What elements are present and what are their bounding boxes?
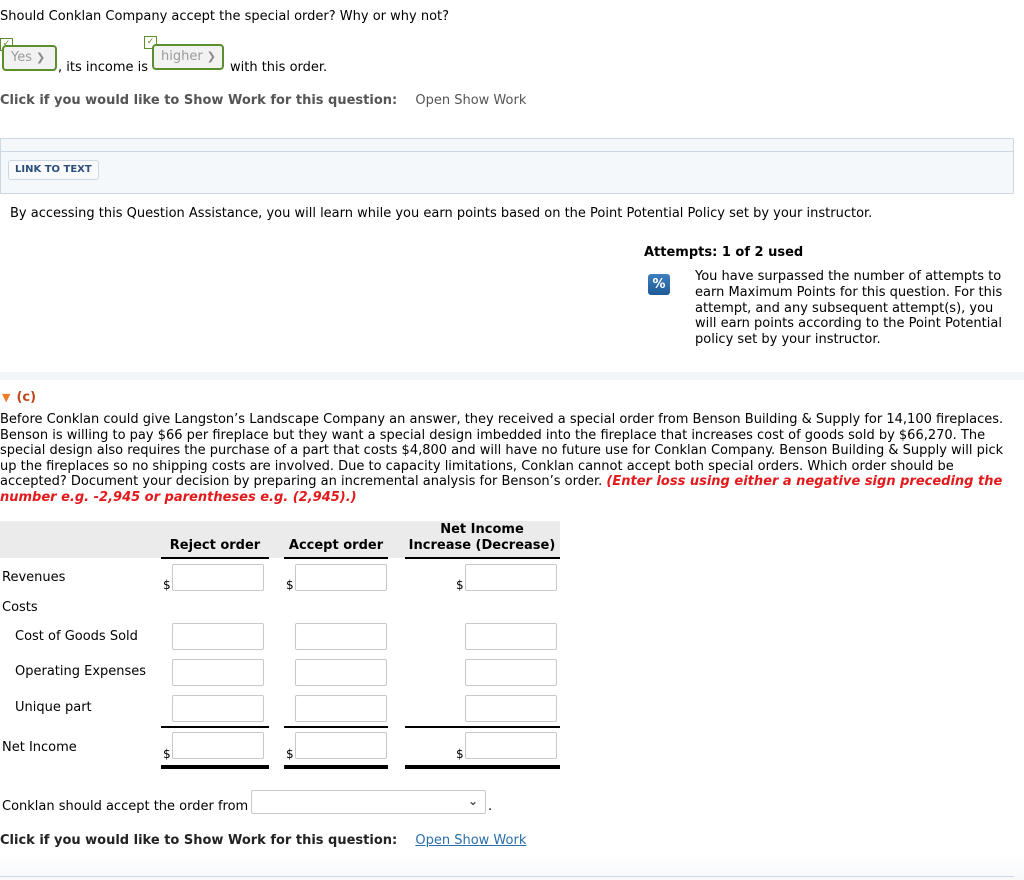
currency-symbol: $ [456,578,464,592]
open-show-work-link[interactable]: Open Show Work [415,833,526,848]
next-panel-edge [0,876,1014,880]
col-header-net-income-line1: Net Income [440,522,524,537]
currency-symbol: $ [456,747,464,761]
show-work-row: Click if you would like to Show Work for… [0,93,526,108]
row-label-unique-part: Unique part [15,700,92,715]
row-label-cogs: Cost of Goods Sold [15,629,138,644]
subtotal-line [284,726,388,728]
accept-order-value: Yes [11,50,32,65]
cogs-reject-input[interactable] [172,623,264,650]
income-direction-select[interactable]: higher ❯ [152,44,224,70]
currency-symbol: $ [163,578,171,592]
answer-line: ✓ Yes ❯ , its income is ✓ higher ❯ with … [0,36,600,78]
revenues-net-input[interactable] [465,564,557,591]
chevron-down-icon: ❯ [36,51,46,64]
link-to-text-button[interactable]: LINK TO TEXT [8,160,99,180]
currency-symbol: $ [286,578,294,592]
net-income-accept-input[interactable] [295,732,387,759]
currency-symbol: $ [163,747,171,761]
unique-part-net-input[interactable] [465,695,557,722]
show-work-row-c: Click if you would like to Show Work for… [0,833,526,848]
total-double-line [284,765,388,769]
cogs-net-input[interactable] [465,623,557,650]
col-header-net-income: Net Income Increase (Decrease) [404,522,560,554]
income-direction-value: higher [161,49,203,64]
row-label-costs: Costs [2,600,38,615]
net-income-reject-input[interactable] [172,732,264,759]
row-label-revenues: Revenues [2,570,66,585]
currency-symbol: $ [286,747,294,761]
resources-panel-header [0,138,1014,152]
header-underline [284,557,388,559]
conclusion-suffix: . [488,799,493,814]
col-header-reject: Reject order [169,538,261,553]
unique-part-accept-input[interactable] [295,695,387,722]
row-label-operating-expenses: Operating Expenses [15,664,147,679]
cogs-accept-input[interactable] [295,623,387,650]
col-header-net-income-line2: Increase (Decrease) [408,538,556,553]
accept-order-from-select[interactable]: ⌄ [251,790,486,814]
percent-icon: % [648,274,670,295]
revenues-accept-input[interactable] [295,564,387,591]
net-income-net-input[interactable] [465,732,557,759]
section-divider [0,372,1024,380]
revenues-reject-input[interactable] [172,564,264,591]
open-show-work-link[interactable]: Open Show Work [415,93,526,108]
section-c-label: (c) [16,390,37,405]
opex-reject-input[interactable] [172,659,264,686]
header-underline [161,557,269,559]
opex-net-input[interactable] [465,659,557,686]
triangle-down-icon: ▼ [2,391,11,404]
attempts-message: You have surpassed the number of attempt… [695,269,1003,348]
resources-panel: LINK TO TEXT [0,151,1014,194]
attempts-label: Attempts: 1 of 2 used [644,245,804,260]
subtotal-line [405,726,560,728]
conclusion-prefix: Conklan should accept the order from [2,799,249,814]
show-work-prompt: Click if you would like to Show Work for… [0,93,398,108]
opex-accept-input[interactable] [295,659,387,686]
show-work-prompt: Click if you would like to Show Work for… [0,833,398,848]
chevron-down-icon: ❯ [206,50,216,63]
accept-order-select[interactable]: Yes ❯ [2,45,57,71]
header-underline [405,557,560,559]
question-text: Should Conklan Company accept the specia… [0,9,450,24]
total-double-line [405,765,560,769]
problem-statement: Before Conklan could give Langston’s Lan… [0,412,1020,506]
mid-text: , its income is [58,60,149,75]
unique-part-reject-input[interactable] [172,695,264,722]
section-c-toggle[interactable]: ▼ (c) [2,390,36,405]
chevron-down-icon: ⌄ [467,794,478,808]
row-label-net-income: Net Income [2,740,77,755]
total-double-line [161,765,269,769]
col-header-accept: Accept order [288,538,384,553]
subtotal-line [161,726,269,728]
end-text: with this order. [230,60,328,75]
assistance-notice: By accessing this Question Assistance, y… [10,206,873,221]
